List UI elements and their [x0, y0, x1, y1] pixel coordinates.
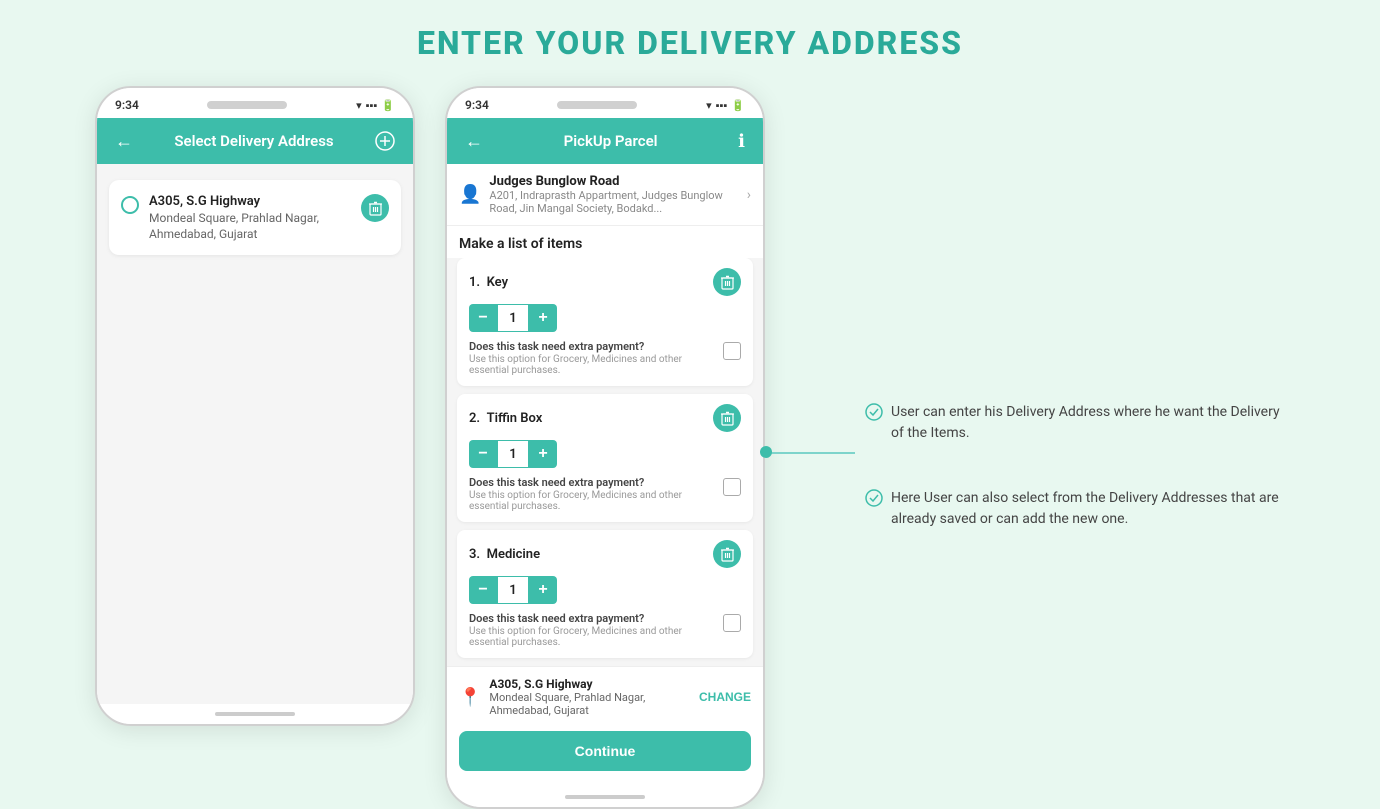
continue-button[interactable]: Continue — [459, 731, 751, 771]
delete-item-1[interactable] — [713, 268, 741, 296]
delete-item-3[interactable] — [713, 540, 741, 568]
annotation-text-2: Here User can also select from the Deliv… — [891, 488, 1285, 530]
home-bar-1 — [97, 704, 413, 724]
radio-button-1[interactable] — [121, 196, 139, 214]
extra-payment-text-1: Does this task need extra payment? Use t… — [469, 340, 715, 376]
app-header-2: ← PickUp Parcel ℹ — [447, 118, 763, 164]
ep-checkbox-1[interactable] — [723, 342, 741, 360]
status-bar-1: 9:34 ▾ ▪▪▪ 🔋 — [97, 88, 413, 118]
signal-icon: ▪▪▪ — [366, 99, 378, 112]
notch-2 — [557, 101, 637, 109]
items-list: 1. Key — [447, 258, 763, 666]
qty-value-3: 1 — [497, 576, 529, 604]
wifi-icon: ▾ — [356, 99, 362, 112]
pickup-addr-line1: Judges Bunglow Road — [489, 174, 738, 189]
home-bar-2 — [447, 787, 763, 807]
change-button[interactable]: CHANGE — [699, 690, 751, 704]
delivery-addr-line3: Ahmedabad, Gujarat — [489, 704, 691, 717]
person-icon: 👤 — [459, 184, 481, 205]
phone-select-address: 9:34 ▾ ▪▪▪ 🔋 ← Select Delivery Address — [95, 86, 415, 726]
location-icon: 📍 — [459, 687, 481, 708]
annotation-text-1: User can enter his Delivery Address wher… — [891, 402, 1285, 444]
delete-item-2[interactable] — [713, 404, 741, 432]
status-icons-2: ▾ ▪▪▪ 🔋 — [706, 99, 745, 112]
page-title: ENTER YOUR DELIVERY ADDRESS — [417, 24, 963, 62]
extra-payment-text-3: Does this task need extra payment? Use t… — [469, 612, 715, 648]
items-section-title: Make a list of items — [447, 226, 763, 258]
chevron-right-icon: › — [747, 187, 751, 203]
phone-pickup-parcel: 9:34 ▾ ▪▪▪ 🔋 ← PickUp Parcel ℹ 👤 Judges … — [445, 86, 765, 809]
qty-value-1: 1 — [497, 304, 529, 332]
qty-minus-3[interactable]: − — [469, 576, 497, 604]
notch-1 — [207, 101, 287, 109]
address-text-1: A305, S.G Highway Mondeal Square, Prahla… — [149, 194, 351, 241]
item-card-3: 3. Medicine — [457, 530, 753, 658]
item-card-1: 1. Key — [457, 258, 753, 386]
check-icon-1 — [865, 403, 883, 425]
pickup-screen: 👤 Judges Bunglow Road A201, Indraprasth … — [447, 164, 763, 787]
item-header-2: 2. Tiffin Box — [469, 404, 741, 432]
item-header-3: 3. Medicine — [469, 540, 741, 568]
ep-checkbox-2[interactable] — [723, 478, 741, 496]
quantity-row-3: − 1 + — [469, 576, 741, 604]
add-button-1[interactable] — [371, 131, 399, 151]
back-button-2[interactable]: ← — [461, 131, 487, 152]
ep-label-1: Does this task need extra payment? — [469, 340, 715, 353]
phone-screen-1: A305, S.G Highway Mondeal Square, Prahla… — [97, 164, 413, 704]
connector-dot — [760, 446, 772, 458]
address-line3-1: Ahmedabad, Gujarat — [149, 227, 351, 241]
ep-label-3: Does this task need extra payment? — [469, 612, 715, 625]
extra-payment-row-3: Does this task need extra payment? Use t… — [469, 612, 741, 648]
extra-payment-text-2: Does this task need extra payment? Use t… — [469, 476, 715, 512]
header-title-2: PickUp Parcel — [564, 132, 658, 150]
signal-icon-2: ▪▪▪ — [716, 99, 728, 112]
time-2: 9:34 — [465, 98, 489, 112]
delivery-addr-line2: Mondeal Square, Prahlad Nagar, — [489, 691, 691, 704]
qty-minus-2[interactable]: − — [469, 440, 497, 468]
app-header-1: ← Select Delivery Address — [97, 118, 413, 164]
address-card-1: A305, S.G Highway Mondeal Square, Prahla… — [109, 180, 401, 255]
extra-payment-row-2: Does this task need extra payment? Use t… — [469, 476, 741, 512]
item-card-2: 2. Tiffin Box — [457, 394, 753, 522]
ep-desc-1: Use this option for Grocery, Medicines a… — [469, 354, 715, 376]
status-bar-2: 9:34 ▾ ▪▪▪ 🔋 — [447, 88, 763, 118]
battery-icon-2: 🔋 — [731, 99, 745, 112]
ep-label-2: Does this task need extra payment? — [469, 476, 715, 489]
qty-value-2: 1 — [497, 440, 529, 468]
extra-payment-row-1: Does this task need extra payment? Use t… — [469, 340, 741, 376]
status-icons-1: ▾ ▪▪▪ 🔋 — [356, 99, 395, 112]
back-button-1[interactable]: ← — [111, 131, 137, 152]
delivery-footer: 📍 A305, S.G Highway Mondeal Square, Prah… — [447, 666, 763, 723]
qty-minus-1[interactable]: − — [469, 304, 497, 332]
connector-line — [765, 452, 855, 454]
ep-desc-2: Use this option for Grocery, Medicines a… — [469, 490, 715, 512]
info-button-2[interactable]: ℹ — [734, 131, 749, 152]
quantity-row-2: − 1 + — [469, 440, 741, 468]
address-line2-1: Mondeal Square, Prahlad Nagar, — [149, 211, 351, 225]
address-line1-1: A305, S.G Highway — [149, 194, 351, 209]
ep-desc-3: Use this option for Grocery, Medicines a… — [469, 626, 715, 648]
delete-button-1[interactable] — [361, 194, 389, 222]
ep-checkbox-3[interactable] — [723, 614, 741, 632]
header-title-1: Select Delivery Address — [174, 132, 333, 150]
quantity-row-1: − 1 + — [469, 304, 741, 332]
item-header-1: 1. Key — [469, 268, 741, 296]
item-name-2: 2. Tiffin Box — [469, 411, 542, 426]
qty-plus-1[interactable]: + — [529, 304, 557, 332]
check-icon-2 — [865, 489, 883, 511]
pickup-address-row: 👤 Judges Bunglow Road A201, Indraprasth … — [447, 164, 763, 226]
annotation-item-1: User can enter his Delivery Address wher… — [865, 402, 1285, 444]
item-name-1: 1. Key — [469, 275, 508, 290]
delivery-addr-line1: A305, S.G Highway — [489, 677, 691, 691]
time-1: 9:34 — [115, 98, 139, 112]
annotation-item-2: Here User can also select from the Deliv… — [865, 488, 1285, 530]
wifi-icon-2: ▾ — [706, 99, 712, 112]
item-name-3: 3. Medicine — [469, 547, 540, 562]
delivery-addr-text: A305, S.G Highway Mondeal Square, Prahla… — [489, 677, 691, 717]
pickup-addr-text: Judges Bunglow Road A201, Indraprasth Ap… — [489, 174, 738, 215]
pickup-addr-line2: A201, Indraprasth Appartment, Judges Bun… — [489, 189, 738, 215]
battery-icon: 🔋 — [381, 99, 395, 112]
qty-plus-3[interactable]: + — [529, 576, 557, 604]
qty-plus-2[interactable]: + — [529, 440, 557, 468]
